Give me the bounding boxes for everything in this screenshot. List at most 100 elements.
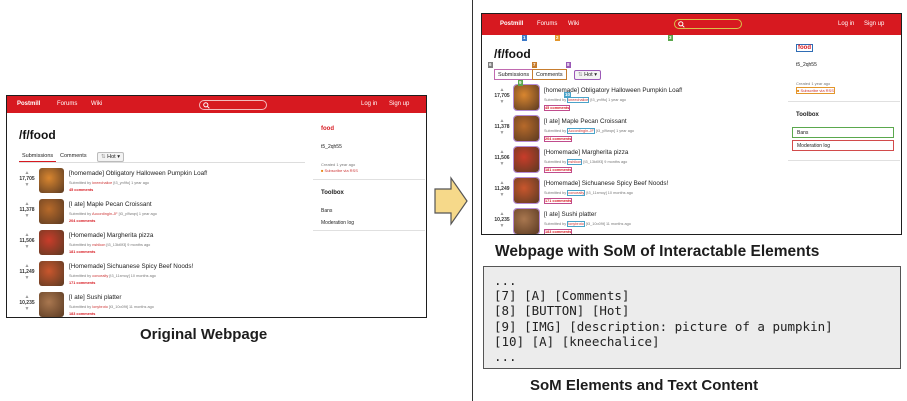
rss-label: Subscribe via RSS xyxy=(324,168,358,173)
post-comments-link[interactable]: 45 comments xyxy=(544,105,571,111)
post-comments-link[interactable]: 181 comments xyxy=(544,167,573,173)
downvote-icon[interactable]: ▼ xyxy=(492,130,512,136)
som-forum-name-link[interactable]: food xyxy=(796,44,813,52)
post-title-link[interactable]: [Homemade] Sichuanese Spicy Beef Noods! xyxy=(544,180,668,187)
som-login-link[interactable]: Log in xyxy=(838,21,854,27)
moderation-log-link[interactable]: Moderation log xyxy=(321,220,354,226)
som-post-row: ▲ 17,705 ▼ [homemade] Obligatory Halloween … xyxy=(492,80,782,115)
post-submitter: Submitted by AccordingIn-JF [t3_yl9wqn] … xyxy=(69,212,157,216)
sidebar: food t5_2qh55 Created 1 year ago ■ Subsc… xyxy=(313,113,425,317)
post-meta: [t3_yn9fo] 1 year ago xyxy=(590,98,627,102)
post-title-link[interactable]: [homemade] Obligatory Halloween Pumpkin … xyxy=(69,170,208,177)
post-comments-link[interactable]: 183 comments xyxy=(69,312,95,316)
post-comments-link[interactable]: 204 comments xyxy=(69,219,95,223)
post-user-link[interactable]: lonybroto xyxy=(92,305,108,309)
downvote-icon[interactable]: ▼ xyxy=(492,99,512,105)
submitted-by-label: Submitted by xyxy=(69,274,92,278)
som-search-input[interactable] xyxy=(674,19,742,29)
post-row: ▲ 17,705 ▼ [homemade] Obligatory Halloween … xyxy=(17,168,307,198)
som-moderation-log-link[interactable]: Moderation log xyxy=(792,140,894,151)
som-rss-link[interactable]: ■ Subscribe via RSS xyxy=(796,87,835,94)
tab-submissions[interactable]: Submissions xyxy=(19,151,57,162)
som-brand-link[interactable]: Postmill xyxy=(500,21,523,27)
post-thumbnail[interactable] xyxy=(513,115,540,142)
som-text-line: [10] [A] [kneechalice] xyxy=(494,333,660,349)
post-title-link[interactable]: [Homemade] Margherita pizza xyxy=(69,232,153,239)
post-thumbnail[interactable] xyxy=(39,261,64,286)
post-thumbnail[interactable] xyxy=(39,168,64,193)
downvote-icon[interactable]: ▼ xyxy=(17,213,37,219)
post-comments-link[interactable]: 171 comments xyxy=(69,281,95,285)
caption-original: Original Webpage xyxy=(140,326,268,343)
original-webpage-screenshot: Postmill Forums Wiki Log in Sign up /f/f… xyxy=(6,95,427,318)
post-user-link[interactable]: kneechalice xyxy=(92,181,112,185)
post-user-link[interactable]: lonybroto xyxy=(567,221,585,227)
post-user-link[interactable]: nshikon xyxy=(92,243,105,247)
som-bans-link[interactable]: Bans xyxy=(792,127,894,138)
downvote-icon[interactable]: ▼ xyxy=(492,223,512,229)
post-thumbnail[interactable] xyxy=(513,84,540,111)
post-title-link[interactable]: [I ate] Sushi platter xyxy=(69,294,122,301)
post-meta: [t3_yl9wqn] 1 year ago xyxy=(118,212,157,216)
post-comments-link[interactable]: 171 comments xyxy=(544,198,573,204)
vote-widget: ▲ 17,705 ▼ xyxy=(17,170,37,188)
downvote-icon[interactable]: ▼ xyxy=(492,192,512,198)
caption-som: Webpage with SoM of Interactable Element… xyxy=(495,243,820,260)
rss-link[interactable]: ■ Subscribe via RSS xyxy=(321,168,358,173)
downvote-icon[interactable]: ▼ xyxy=(17,182,37,188)
som-signup-link[interactable]: Sign up xyxy=(864,21,884,27)
downvote-icon[interactable]: ▼ xyxy=(17,275,37,281)
main-content: /f/food Submissions Comments ⇅ Hot ▾ ▲ 17… xyxy=(7,113,307,317)
hot-sort-button[interactable]: ⇅ Hot ▾ xyxy=(97,152,124,162)
som-hot-sort-button[interactable]: ⇅ Hot ▾ xyxy=(574,70,601,80)
nav-forums-link[interactable]: Forums xyxy=(57,101,77,107)
som-nav-wiki-link[interactable]: Wiki xyxy=(568,21,579,27)
post-comments-link[interactable]: 181 comments xyxy=(69,250,95,254)
som-page-title: /f/food xyxy=(494,47,531,61)
post-user-link[interactable]: concealty xyxy=(92,274,108,278)
post-thumbnail[interactable] xyxy=(513,177,540,204)
post-thumbnail[interactable] xyxy=(39,230,64,255)
signup-link[interactable]: Sign up xyxy=(389,101,409,107)
post-thumbnail[interactable] xyxy=(513,146,540,173)
post-comments-link[interactable]: 183 comments xyxy=(544,229,573,234)
downvote-icon[interactable]: ▼ xyxy=(17,244,37,250)
post-title-link[interactable]: [I ate] Sushi platter xyxy=(544,211,597,218)
post-title-link[interactable]: [Homemade] Margherita pizza xyxy=(544,149,628,156)
post-title-link[interactable]: [I ate] Maple Pecan Croissant xyxy=(69,201,152,208)
post-title-link[interactable]: [I ate] Maple Pecan Croissant xyxy=(544,118,627,125)
search-input[interactable] xyxy=(199,100,267,110)
post-meta: [t3_yn9fo] 1 year ago xyxy=(113,181,150,185)
login-link[interactable]: Log in xyxy=(361,101,377,107)
nav-wiki-link[interactable]: Wiki xyxy=(91,101,102,107)
search-icon xyxy=(203,102,210,109)
post-thumbnail[interactable] xyxy=(513,208,540,234)
post-title-link[interactable]: [Homemade] Sichuanese Spicy Beef Noods! xyxy=(69,263,193,270)
post-row: ▲ 10,235 ▼ [I ate] Sushi platter Submitted b… xyxy=(17,292,307,317)
brand-link[interactable]: Postmill xyxy=(17,101,40,107)
som-tab-submissions[interactable]: Submissions xyxy=(494,69,534,80)
post-submitter: Submitted by nshikon [t3_13kt0f3] 9 mont… xyxy=(69,243,150,247)
bans-link[interactable]: Bans xyxy=(321,208,332,214)
post-submitter: Submitted by lonybroto [t3_10o09t] 11 mo… xyxy=(69,305,154,309)
post-comments-link[interactable]: 204 comments xyxy=(544,136,573,142)
som-main-content: /f/food Submissions Comments ⇅ Hot ▾ 6 7… xyxy=(482,35,782,234)
tab-comments[interactable]: Comments xyxy=(57,151,90,162)
post-thumbnail[interactable] xyxy=(39,199,64,224)
downvote-icon[interactable]: ▼ xyxy=(17,306,37,312)
som-tab-comments[interactable]: Comments xyxy=(532,69,567,80)
post-user-link[interactable]: concealty xyxy=(567,190,586,196)
downvote-icon[interactable]: ▼ xyxy=(492,161,512,167)
post-thumbnail[interactable] xyxy=(39,292,64,317)
som-nav-forums-link[interactable]: Forums xyxy=(537,21,557,27)
post-user-link[interactable]: AccordingIn-JF xyxy=(92,212,118,216)
post-meta: [t3_10o09t] 11 months ago xyxy=(585,222,631,226)
tab-divider xyxy=(19,162,305,163)
post-user-link[interactable]: AccordingIn-JF xyxy=(567,128,595,134)
forum-name-link[interactable]: food xyxy=(321,126,334,132)
submitted-by-label: Submitted by xyxy=(544,191,567,195)
forum-subtitle: t5_2qh55 xyxy=(321,144,342,150)
post-user-link[interactable]: nshikon xyxy=(567,159,583,165)
post-meta: [t3_10o09t] 11 months ago xyxy=(108,305,154,309)
post-comments-link[interactable]: 45 comments xyxy=(69,188,93,192)
